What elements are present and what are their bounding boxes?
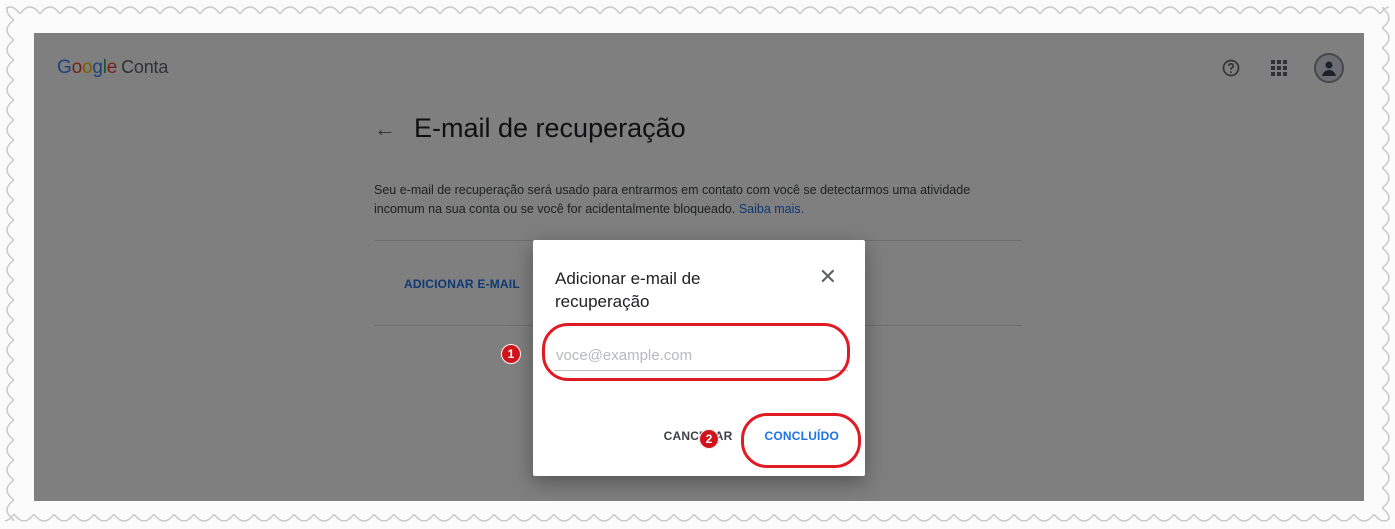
annotation-badge-step-2: 2 <box>699 429 719 449</box>
close-icon[interactable]: ✕ <box>819 264 837 290</box>
cancel-button[interactable]: CANCELAR <box>664 429 733 443</box>
screenshot-area: GoogleConta ← E-mail de recuperação Seu … <box>34 33 1364 501</box>
annotation-ring-input <box>542 323 850 381</box>
dialog-title: Adicionar e-mail de recuperação <box>555 269 701 311</box>
annotation-badge-step-1: 1 <box>501 344 521 364</box>
annotation-ring-done <box>741 413 861 468</box>
